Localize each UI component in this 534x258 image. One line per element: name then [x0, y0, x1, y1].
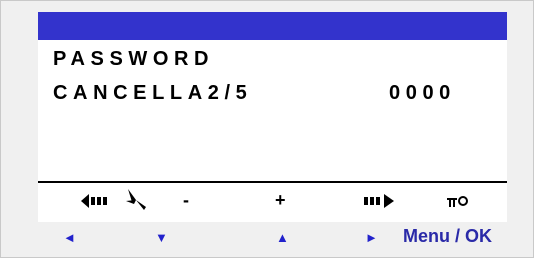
- right-arrow-button[interactable]: ►: [365, 230, 378, 246]
- down-arrow-button[interactable]: ▼: [155, 230, 168, 246]
- minus-key: -: [183, 190, 189, 210]
- plus-key: +: [275, 190, 286, 210]
- lcd-separator: [38, 181, 507, 183]
- left-arrow-button[interactable]: ◄: [63, 230, 76, 246]
- lcd-display: PASSWORD CANCELLA2/5 0000 - +: [38, 12, 507, 222]
- lcd-line-1: PASSWORD: [53, 48, 215, 70]
- lcd-line-2-label: CANCELLA2/5: [53, 82, 253, 104]
- scroll-left-icon: [81, 192, 111, 212]
- scroll-right-icon: [364, 192, 394, 212]
- fan-icon: [124, 187, 148, 217]
- key-icon: [447, 192, 471, 212]
- lcd-title-bar: [38, 12, 507, 40]
- menu-ok-button[interactable]: Menu / OK: [403, 226, 492, 247]
- device-panel: PASSWORD CANCELLA2/5 0000 - + ◄ ▼ ▲ ► Me…: [0, 0, 534, 258]
- up-arrow-button[interactable]: ▲: [276, 230, 289, 246]
- password-value[interactable]: 0000: [389, 82, 456, 105]
